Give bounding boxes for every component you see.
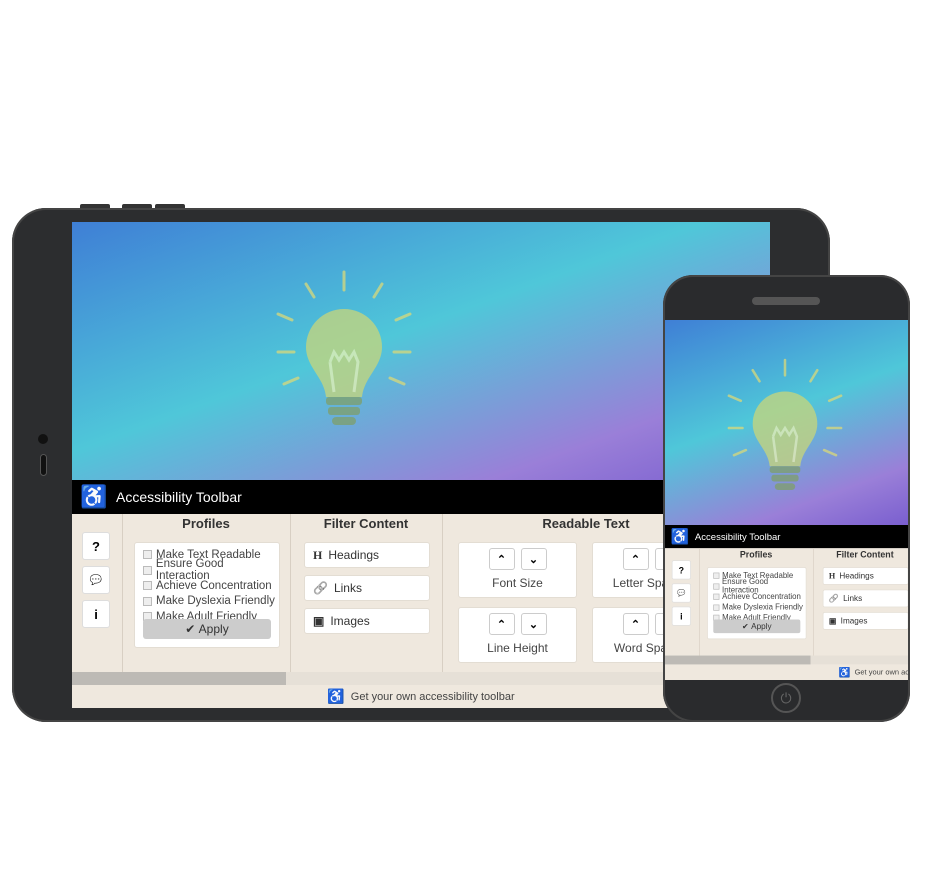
help-icon: ? [678,564,685,575]
checkbox[interactable] [143,550,152,560]
increase-button[interactable]: ⌃ [488,548,515,570]
filter-images-button[interactable]: ▣ Images [304,608,430,634]
checkbox[interactable] [143,581,152,591]
apply-button[interactable]: ✔ Apply [143,619,271,639]
info-icon: i [680,611,683,622]
accessibility-toolbar: ♿ Accessibility Toolbar Profiles Filter … [665,525,908,680]
increase-button[interactable]: ⌃ [622,613,649,635]
filter-links-button[interactable]: 🔗 Links [822,589,908,608]
checkbox[interactable] [713,572,720,579]
readable-control: ⌃ ⌄ Line Height [458,607,577,663]
accessibility-logo-icon: ♿ [327,688,345,704]
link-icon: 🔗 [828,593,840,603]
profiles-card: Make Text Readable Ensure Good Interactio… [134,542,280,648]
checkbox[interactable] [713,604,720,611]
profiles-card: Make Text Readable Ensure Good Interactio… [707,567,807,640]
profile-option[interactable]: Make Dyslexia Friendly [135,594,279,610]
phone-screen: ♿ Accessibility Toolbar Profiles Filter … [665,320,908,680]
divider [699,548,700,656]
accessibility-wheelchair-icon: ♿ [80,484,108,509]
checkbox[interactable] [713,583,720,590]
section-title-profiles: Profiles [182,516,230,531]
profile-option[interactable]: Achieve Concentration [135,578,279,594]
accessibility-wheelchair-icon: ♿ [670,527,690,545]
toolbar-header: ♿ Accessibility Toolbar [665,525,908,549]
feedback-button[interactable]: 💬 [82,566,110,594]
link-icon: 🔗 [313,580,328,595]
help-button[interactable]: ? [671,560,691,580]
toolbar-title: Accessibility Toolbar [694,531,781,542]
help-icon: ? [92,538,100,554]
sensor [40,454,47,476]
lightbulb-icon [727,358,843,491]
phone-speaker [752,297,820,305]
profile-option[interactable]: Ensure Good Interaction [135,558,279,582]
apply-button[interactable]: ✔ Apply [713,619,801,634]
divider [442,514,443,672]
section-title-filter: Filter Content [323,516,409,531]
feedback-icon: 💬 [89,574,103,586]
heading-icon: H [313,547,323,562]
scrollbar-thumb[interactable] [665,655,811,665]
filter-images-button[interactable]: ▣ Images [822,612,908,630]
images-icon: ▣ [313,613,325,628]
check-icon: ✔ [185,622,199,636]
checkbox[interactable] [143,565,152,575]
decrease-button[interactable]: ⌄ [520,613,547,635]
power-icon[interactable]: ⏻ [771,683,801,713]
decrease-button[interactable]: ⌄ [520,548,547,570]
divider [290,514,291,672]
feedback-icon: 💬 [677,589,686,597]
profile-option[interactable]: Ensure Good Interaction [708,578,806,595]
increase-button[interactable]: ⌃ [622,548,649,570]
checkbox[interactable] [713,593,720,600]
check-icon: ✔ [742,621,752,632]
horizontal-scrollbar[interactable] [665,655,908,665]
help-button[interactable]: ? [82,532,110,560]
filter-links-button[interactable]: 🔗 Links [304,575,430,601]
profile-option[interactable]: Make Dyslexia Friendly [708,602,806,613]
divider [813,548,814,656]
info-icon: i [94,606,98,622]
images-icon: ▣ [828,615,837,626]
toolbar-panel: Profiles Filter Content Readable Text?💬i… [665,548,908,680]
footer-link[interactable]: ♿Get your own accessibility toolbar [665,664,908,680]
profile-option[interactable]: Achieve Concentration [708,592,806,603]
section-title-profiles: Profiles [739,549,773,560]
divider [122,514,123,672]
heading-icon: H [828,570,836,581]
readable-control: ⌃ ⌄ Font Size [458,542,577,598]
scrollbar-thumb[interactable] [72,672,286,685]
camera-icon [38,434,48,444]
filter-headings-button[interactable]: H Headings [304,542,430,568]
hero-banner [665,320,908,525]
toolbar-title: Accessibility Toolbar [116,489,242,505]
feedback-button[interactable]: 💬 [671,583,691,603]
checkbox[interactable] [143,596,152,606]
filter-headings-button[interactable]: H Headings [822,567,908,585]
info-button[interactable]: i [82,600,110,628]
increase-button[interactable]: ⌃ [488,613,515,635]
section-title-filter: Filter Content [836,549,894,560]
info-button[interactable]: i [671,606,691,626]
accessibility-logo-icon: ♿ [838,666,851,678]
